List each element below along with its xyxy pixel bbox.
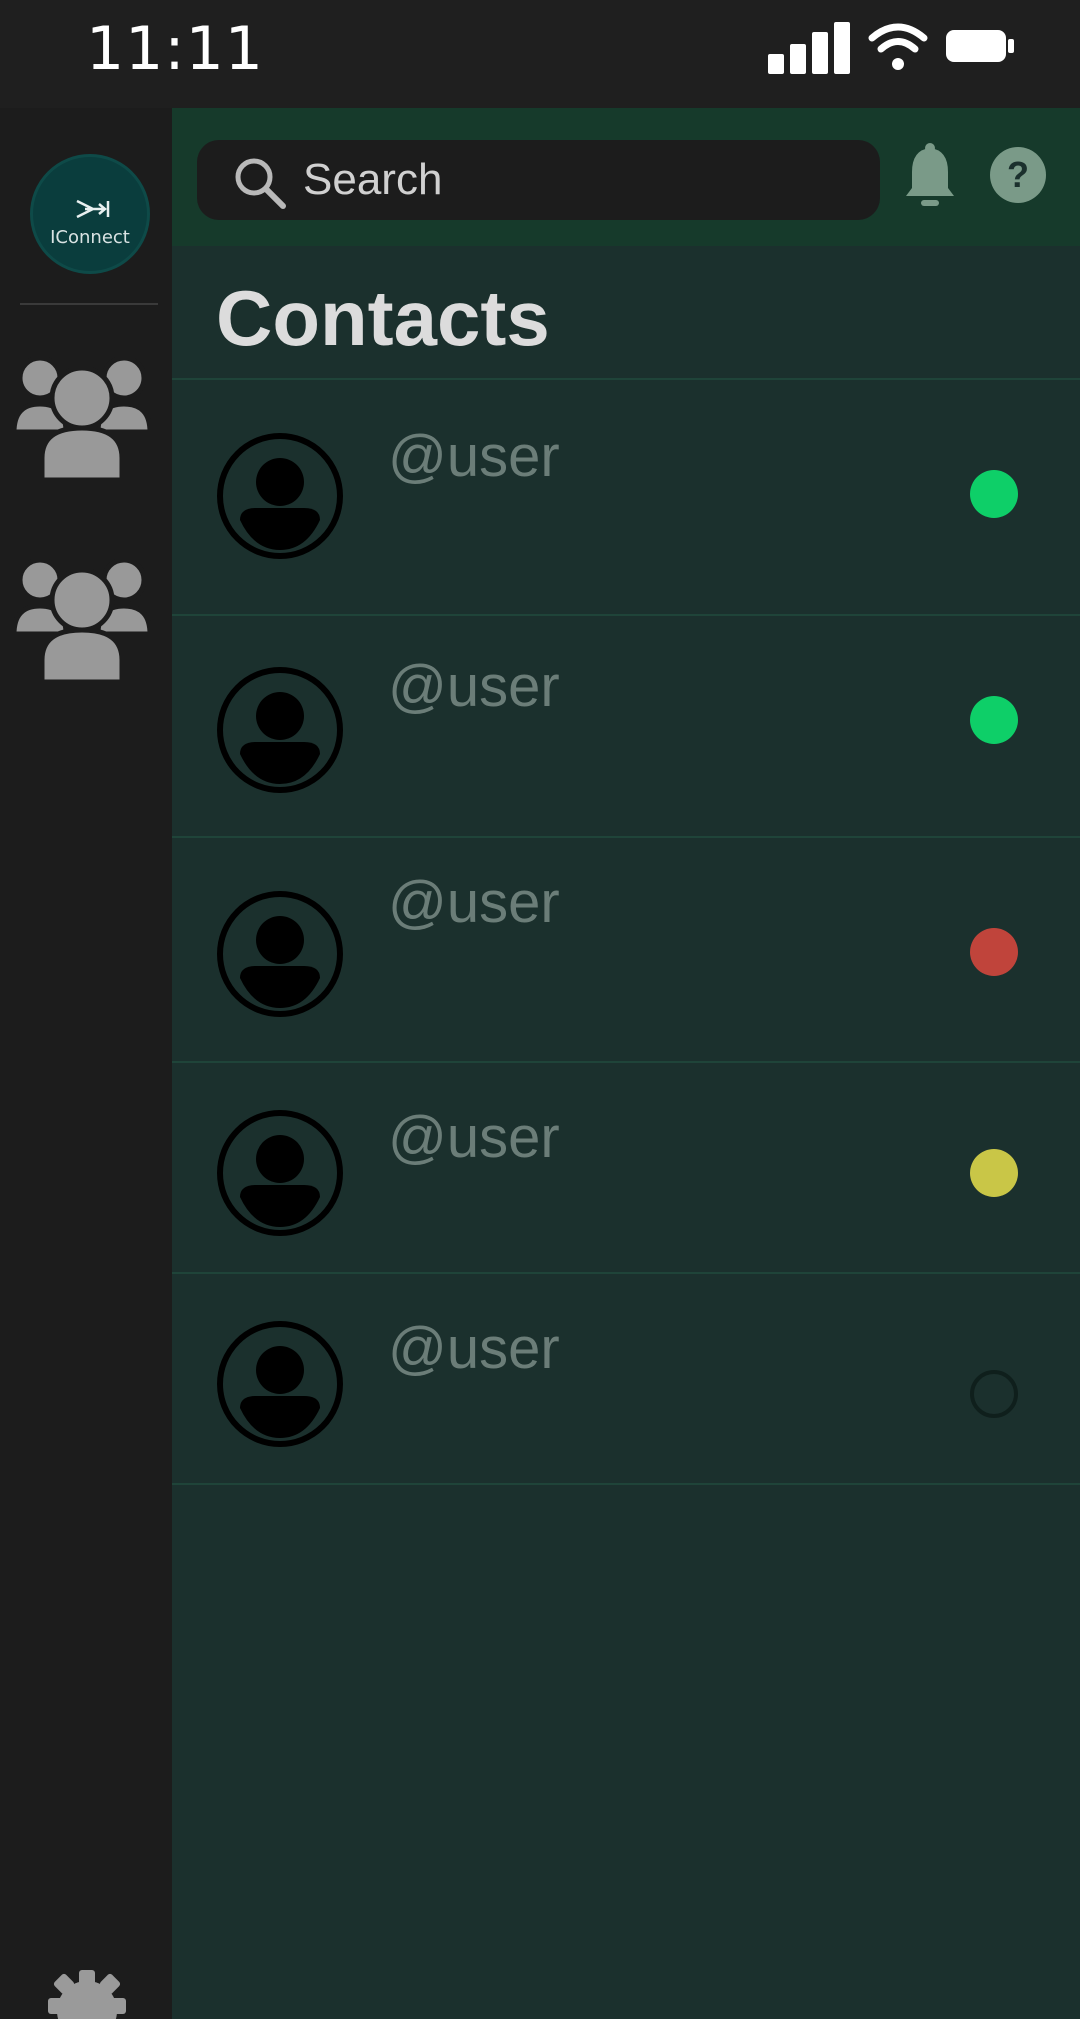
status-indicator-busy bbox=[970, 928, 1018, 976]
status-indicator-online bbox=[970, 470, 1018, 518]
rail-group-2[interactable] bbox=[11, 550, 153, 690]
page-title: Contacts bbox=[216, 274, 550, 362]
search-icon bbox=[235, 158, 286, 209]
sidebar-rail: IConnect bbox=[0, 108, 172, 2019]
search-placeholder: Search bbox=[303, 155, 443, 204]
status-icons bbox=[768, 22, 1014, 83]
group-icon bbox=[11, 557, 153, 685]
avatar-icon bbox=[216, 1109, 344, 1242]
contact-username: @user bbox=[388, 1105, 560, 1170]
settings-gear-button[interactable] bbox=[44, 1968, 130, 2019]
status-bar: 11:11 bbox=[0, 0, 1080, 108]
battery-icon bbox=[946, 30, 1014, 62]
search-input[interactable]: Search bbox=[197, 140, 880, 220]
contact-username: @user bbox=[388, 654, 560, 719]
svg-text:?: ? bbox=[1007, 154, 1029, 195]
avatar-icon bbox=[216, 1320, 344, 1453]
contact-row[interactable]: @user bbox=[172, 1063, 1080, 1274]
contact-row[interactable]: @user bbox=[172, 838, 1080, 1063]
rail-group-1[interactable] bbox=[11, 348, 153, 488]
help-button[interactable]: ? bbox=[989, 146, 1047, 209]
signal-icon bbox=[768, 22, 850, 74]
contact-username: @user bbox=[388, 424, 560, 489]
wifi-icon bbox=[868, 23, 928, 70]
status-indicator-online bbox=[970, 696, 1018, 744]
contact-row[interactable]: @user bbox=[172, 380, 1080, 616]
app-logo[interactable]: IConnect bbox=[30, 154, 150, 274]
group-icon bbox=[11, 355, 153, 483]
contact-row[interactable]: @user bbox=[172, 1274, 1080, 1485]
status-indicator-offline bbox=[970, 1370, 1018, 1418]
top-bar: Search ? bbox=[172, 108, 1080, 246]
notifications-button[interactable] bbox=[904, 142, 956, 213]
avatar-icon bbox=[216, 666, 344, 799]
contact-username: @user bbox=[388, 1316, 560, 1381]
help-icon: ? bbox=[990, 147, 1046, 203]
logo-text: IConnect bbox=[50, 227, 130, 248]
main-panel: Search ? Contacts @user @user @user @use… bbox=[172, 108, 1080, 2019]
logo-arrow-icon bbox=[76, 199, 110, 219]
contact-username: @user bbox=[388, 870, 560, 935]
bell-icon bbox=[906, 143, 954, 206]
contact-row[interactable]: @user bbox=[172, 616, 1080, 838]
avatar-icon bbox=[216, 432, 344, 565]
status-time: 11:11 bbox=[86, 14, 264, 84]
app-screen: 11:11 IConnect Search ? Contacts @user @… bbox=[0, 0, 1080, 2019]
rail-divider bbox=[20, 303, 158, 305]
status-indicator-away bbox=[970, 1149, 1018, 1197]
avatar-icon bbox=[216, 890, 344, 1023]
gear-icon bbox=[48, 1970, 126, 2019]
